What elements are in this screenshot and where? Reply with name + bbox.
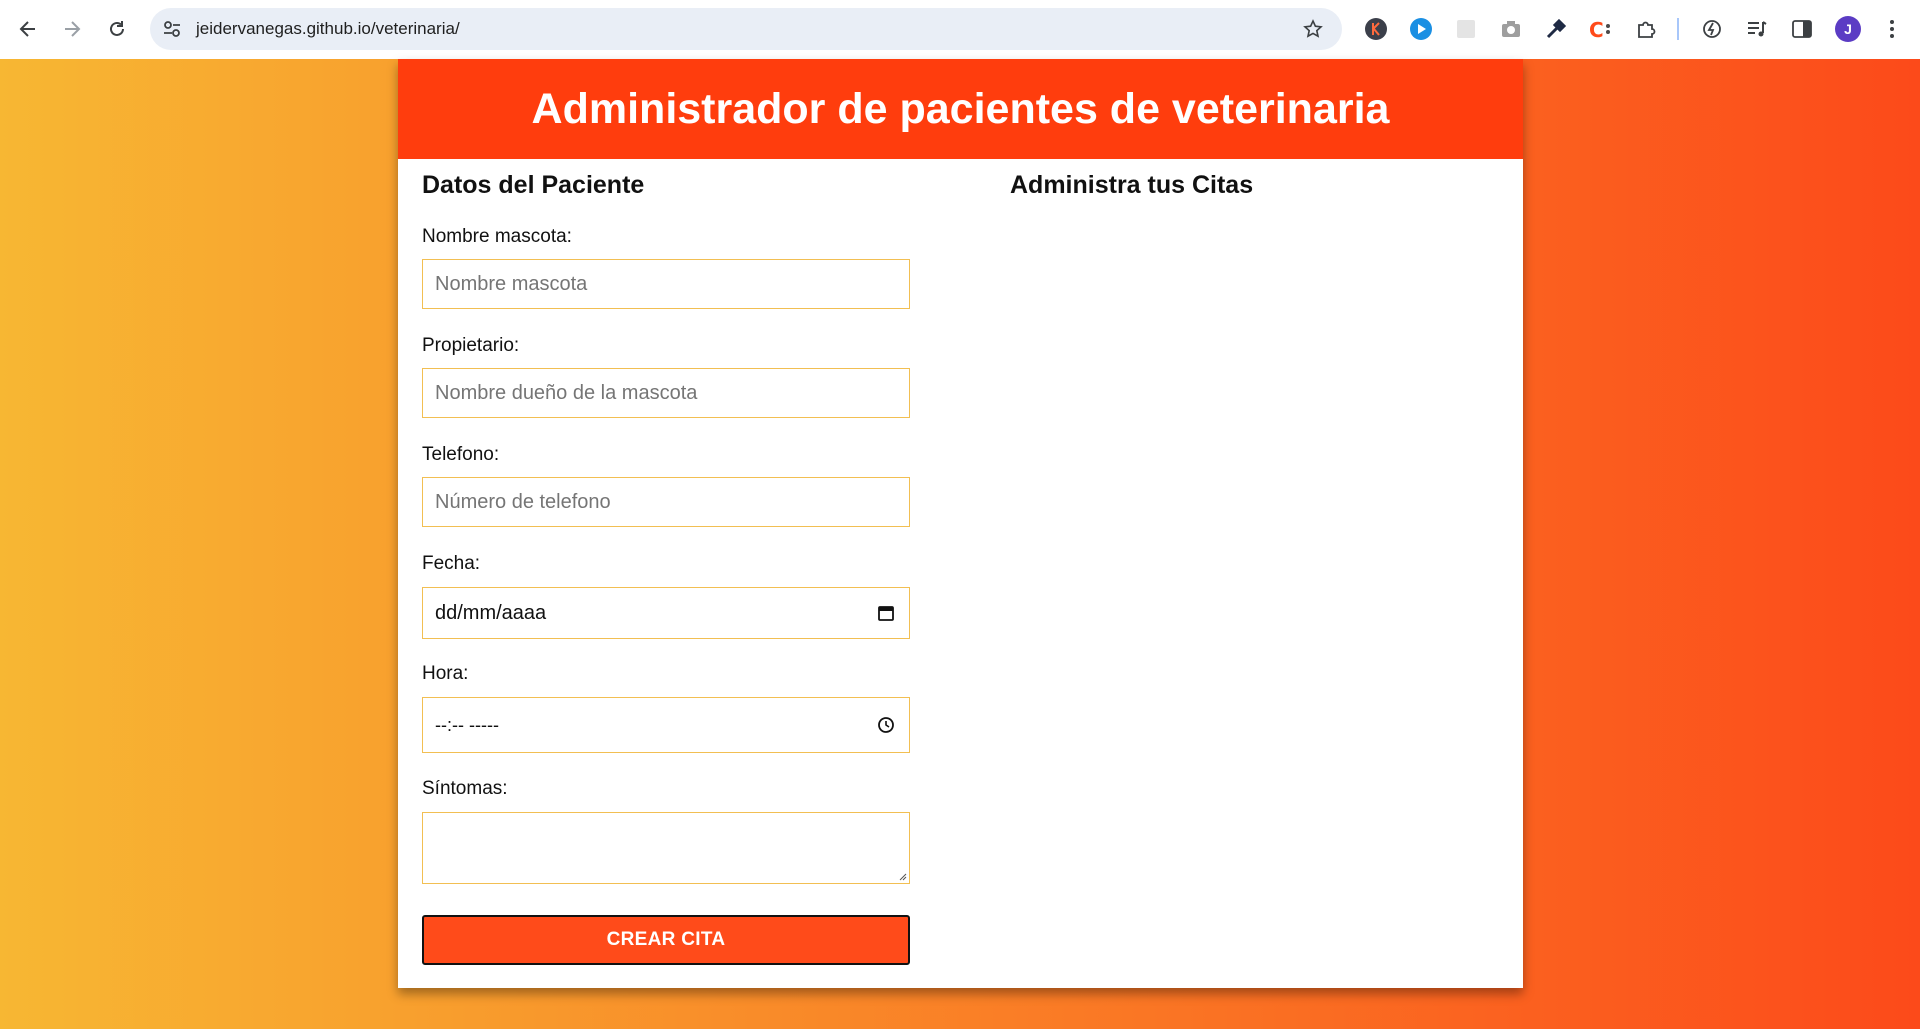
address-bar[interactable]: jeidervanegas.github.io/veterinaria/ [150,8,1342,50]
eyedropper-icon[interactable] [1542,15,1570,43]
time-label: Hora: [422,663,469,684]
forward-icon[interactable] [50,7,94,51]
date-label: Fecha: [422,553,481,574]
page-header: Administrador de pacientes de veterinari… [398,59,1523,159]
resize-grip-icon[interactable] [897,871,907,881]
time-value: --:-- ----- [435,714,499,735]
url-text[interactable]: jeidervanegas.github.io/veterinaria/ [196,19,460,39]
video-extension-icon[interactable] [1407,15,1435,43]
clock-icon[interactable] [875,714,897,736]
pet-name-label: Nombre mascota: [422,226,572,247]
browser-menu-icon[interactable] [1880,14,1904,44]
owner-input[interactable] [435,369,897,417]
k-extension-icon[interactable] [1362,15,1390,43]
form-title: Datos del Paciente [422,171,645,199]
puzzle-icon[interactable] [1632,15,1660,43]
pet-name-field[interactable] [422,259,910,309]
appointments-title: Administra tus Citas [1010,171,1254,199]
symptoms-label: Síntomas: [422,778,508,799]
profile-avatar[interactable]: J [1835,16,1861,42]
time-input[interactable]: --:-- ----- [422,697,910,753]
toolbar-divider [1677,18,1679,40]
phone-label: Telefono: [422,444,500,465]
page-background: Administrador de pacientes de veterinari… [0,59,1920,1029]
back-icon[interactable] [6,7,50,51]
owner-label: Propietario: [422,335,520,356]
calendar-icon[interactable] [875,602,897,624]
camera-icon[interactable] [1497,15,1525,43]
side-panel-icon[interactable] [1788,15,1816,43]
page-title: Administrador de pacientes de veterinari… [531,84,1390,133]
blank-extension-icon[interactable] [1452,15,1480,43]
reload-icon[interactable] [95,7,139,51]
media-icon[interactable] [1743,15,1771,43]
performance-icon[interactable] [1698,15,1726,43]
app-card: Administrador de pacientes de veterinari… [398,59,1523,988]
site-settings-icon[interactable] [160,17,184,41]
symptoms-textarea[interactable] [422,812,910,884]
create-appointment-button[interactable]: CREAR CITA [422,915,910,965]
date-value: dd/mm/aaaa [435,601,547,624]
date-input[interactable]: dd/mm/aaaa [422,587,910,639]
c-extension-icon[interactable]: C [1587,15,1615,43]
phone-field[interactable] [422,477,910,527]
pet-name-input[interactable] [435,260,897,308]
bookmark-star-icon[interactable] [1300,16,1326,42]
browser-toolbar: jeidervanegas.github.io/veterinaria/ C J [0,0,1920,59]
owner-field[interactable] [422,368,910,418]
phone-input[interactable] [435,478,897,526]
svg-text:C: C [1589,18,1604,41]
